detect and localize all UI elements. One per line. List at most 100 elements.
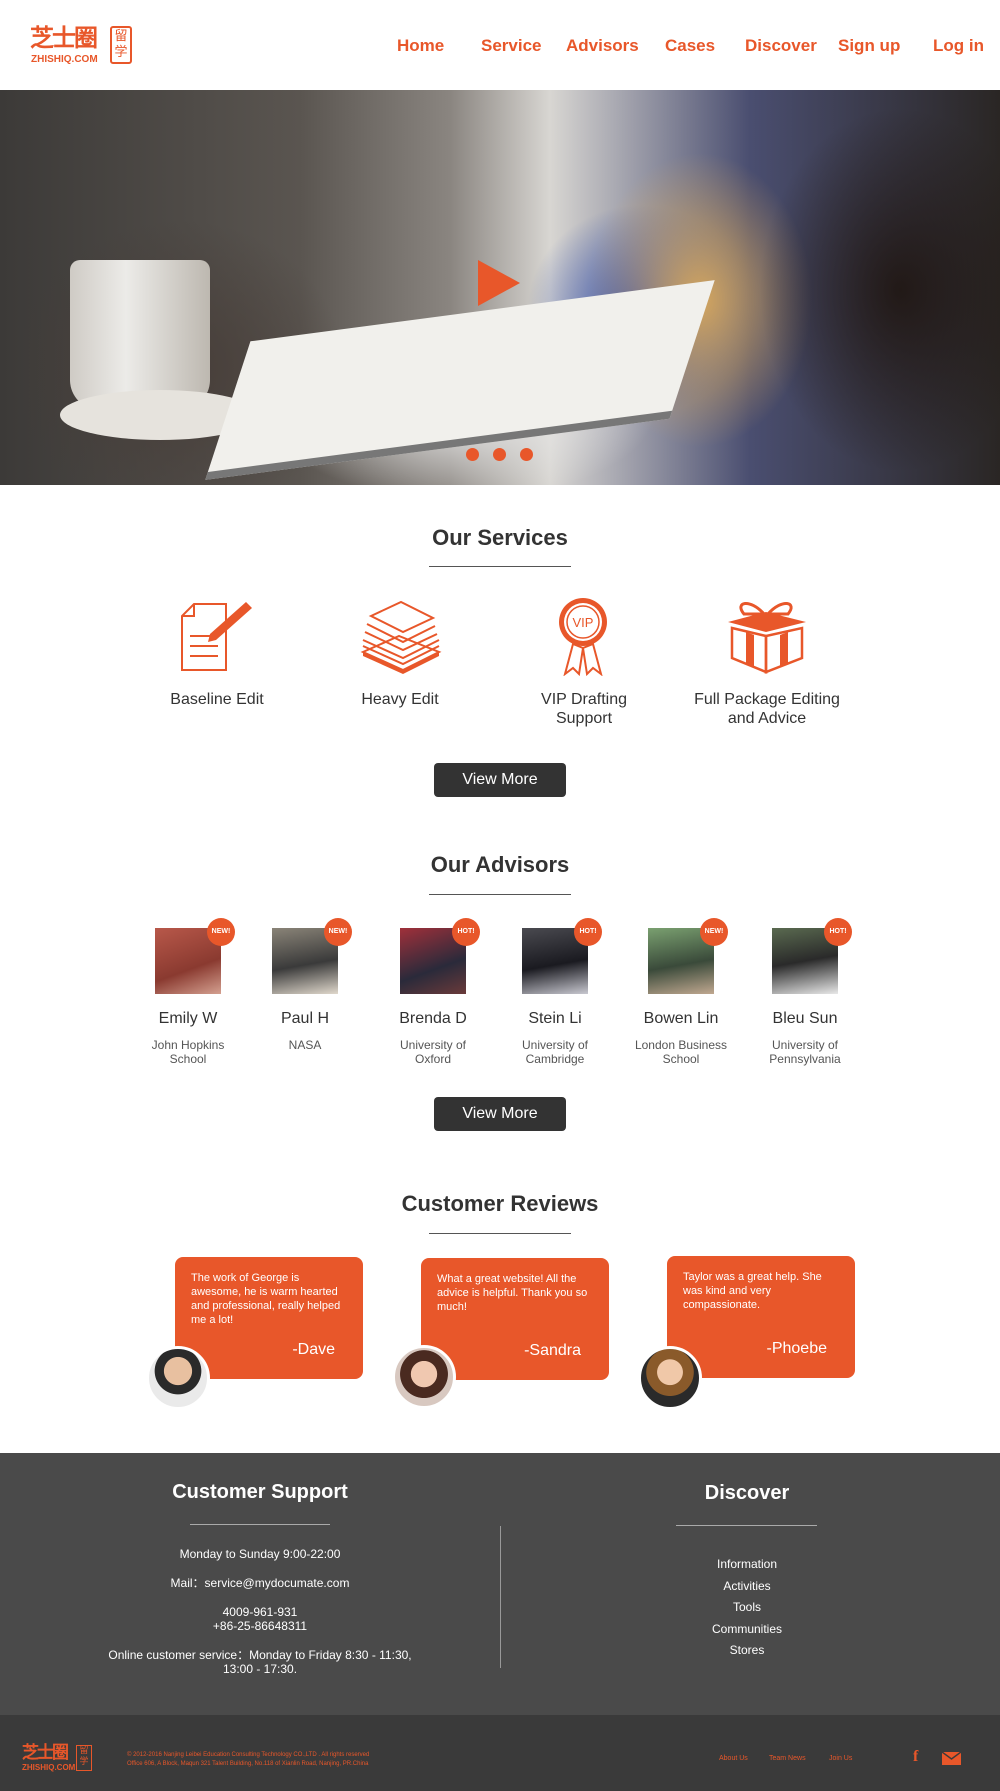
nav-service[interactable]: Service: [481, 36, 542, 56]
hero-banner: [0, 90, 1000, 485]
service-label: Baseline Edit: [170, 691, 264, 708]
nav-log-in[interactable]: Log in: [933, 36, 984, 56]
service-baseline-edit[interactable]: Baseline Edit: [137, 596, 297, 709]
discover-link-activities[interactable]: Activities: [647, 1579, 847, 1593]
avatar: HOT!: [522, 918, 602, 994]
discover-link-tools[interactable]: Tools: [647, 1600, 847, 1614]
review-text: Taylor was a great help. She was kind an…: [683, 1271, 822, 1311]
copyright: © 2012-2016 Nanjing Leibei Education Con…: [127, 1751, 369, 1769]
service-vip-drafting[interactable]: VIP VIP Drafting Support: [504, 596, 664, 728]
carousel-dot[interactable]: [520, 448, 533, 461]
advisor-card[interactable]: HOT! Stein Li University of Cambridge: [490, 918, 620, 1066]
support-online-hours: Online customer service：Monday to Friday…: [108, 1648, 412, 1662]
logo-chinese-text: 芝士圈: [22, 1743, 69, 1763]
advisor-card[interactable]: NEW! Paul H NASA: [240, 918, 370, 1052]
avatar: NEW!: [648, 918, 728, 994]
advisor-name: Emily W: [158, 1010, 218, 1027]
nav-cases[interactable]: Cases: [665, 36, 715, 56]
advisors-title-rule: [429, 894, 571, 895]
carousel-dot[interactable]: [466, 448, 479, 461]
advisor-org: University of Pennsylvania: [769, 1038, 841, 1066]
about-us-link[interactable]: About Us: [719, 1755, 748, 1762]
nav-advisors[interactable]: Advisors: [566, 36, 639, 56]
facebook-icon[interactable]: f: [913, 1748, 918, 1766]
team-news-link[interactable]: Team News: [769, 1755, 806, 1762]
gift-box-icon: [728, 602, 806, 674]
advisor-name: Brenda D: [399, 1010, 467, 1027]
new-badge: NEW!: [207, 918, 235, 946]
avatar: [146, 1346, 210, 1410]
logo-seal: 留学: [76, 1745, 92, 1771]
reviews-title-rule: [429, 1233, 571, 1234]
bottom-bar: 芝士圈 ZHISHIQ.COM 留学 © 2012-2016 Nanjing L…: [0, 1715, 1000, 1791]
discover-title: Discover: [704, 1482, 790, 1504]
support-hours: Monday to Sunday 9:00-22:00: [179, 1547, 341, 1561]
avatar: [392, 1345, 456, 1409]
discover-link-stores[interactable]: Stores: [647, 1643, 847, 1657]
advisors-title: Our Advisors: [430, 852, 570, 877]
service-label: Full Package Editing and Advice: [694, 691, 840, 727]
hot-badge: HOT!: [452, 918, 480, 946]
review-author: -Sandra: [524, 1342, 581, 1359]
avatar: HOT!: [772, 918, 852, 994]
discover-title-rule: [676, 1525, 817, 1526]
play-icon[interactable]: [478, 260, 520, 306]
advisor-card[interactable]: NEW! Emily W John Hopkins School: [123, 918, 253, 1066]
mail-icon[interactable]: [942, 1752, 961, 1765]
discover-link-information[interactable]: Information: [647, 1557, 847, 1571]
header: 芝士圈 ZHISHIQ.COM 留学 Home Service Advisors…: [0, 0, 1000, 90]
advisor-card[interactable]: HOT! Bleu Sun University of Pennsylvania: [740, 918, 870, 1066]
join-us-link[interactable]: Join Us: [829, 1755, 852, 1762]
hero-coffee-cup: [70, 260, 210, 410]
advisors-view-more-button[interactable]: View More: [434, 1097, 566, 1131]
support-phone: +86-25-86648311: [212, 1619, 308, 1633]
service-heavy-edit[interactable]: Heavy Edit: [320, 596, 480, 709]
carousel-dot[interactable]: [493, 448, 506, 461]
footer-divider: [500, 1526, 501, 1668]
support-title: Customer Support: [172, 1481, 348, 1503]
reviews-title: Customer Reviews: [401, 1191, 599, 1216]
main-nav: Home Service Advisors Cases Discover Sig…: [0, 36, 1000, 56]
document-pencil-icon: [181, 602, 252, 671]
footer-logo[interactable]: 芝士圈 ZHISHIQ.COM 留学: [22, 1743, 94, 1777]
advisor-org: John Hopkins School: [151, 1038, 225, 1066]
advisor-card[interactable]: NEW! Bowen Lin London Business School: [616, 918, 746, 1066]
advisor-name: Stein Li: [528, 1010, 582, 1027]
advisor-org: London Business School: [634, 1038, 728, 1066]
support-online-hours: 13:00 - 17:30.: [222, 1662, 298, 1676]
new-badge: NEW!: [324, 918, 352, 946]
hot-badge: HOT!: [824, 918, 852, 946]
advisor-card[interactable]: HOT! Brenda D University of Oxford: [368, 918, 498, 1066]
advisor-org: NASA: [288, 1038, 322, 1052]
hero-notebook: [205, 280, 715, 480]
services-title: Our Services: [432, 525, 568, 550]
services-title-rule: [429, 566, 571, 567]
advisor-name: Bleu Sun: [772, 1010, 838, 1027]
nav-discover[interactable]: Discover: [745, 36, 817, 56]
nav-sign-up[interactable]: Sign up: [838, 36, 900, 56]
carousel-dots: [466, 448, 536, 462]
services-view-more-button[interactable]: View More: [434, 763, 566, 797]
advisor-org: University of Cambridge: [521, 1038, 589, 1066]
paper-stack-icon: [360, 600, 442, 674]
avatar: HOT!: [400, 918, 480, 994]
review-text: The work of George is awesome, he is war…: [191, 1272, 341, 1326]
vip-icon-text: VIP: [573, 615, 594, 630]
new-badge: NEW!: [700, 918, 728, 946]
support-title-rule: [190, 1524, 330, 1525]
service-full-package[interactable]: Full Package Editing and Advice: [687, 596, 847, 728]
support-phone: 4009-961-931: [222, 1605, 298, 1619]
nav-home[interactable]: Home: [397, 36, 444, 56]
discover-link-communities[interactable]: Communities: [647, 1622, 847, 1636]
advisor-name: Bowen Lin: [643, 1010, 719, 1027]
vip-ribbon-icon: VIP: [559, 598, 607, 676]
footer: Customer Support Monday to Sunday 9:00-2…: [0, 1453, 1000, 1715]
avatar: NEW!: [155, 918, 235, 994]
copyright-line: © 2012-2016 Nanjing Leibei Education Con…: [127, 1752, 370, 1758]
logo-english-text: ZHISHIQ.COM: [22, 1763, 76, 1772]
avatar: NEW!: [272, 918, 352, 994]
review-author: -Dave: [292, 1341, 335, 1358]
support-mail[interactable]: Mail：service@mydocumate.com: [60, 1576, 460, 1590]
hot-badge: HOT!: [574, 918, 602, 946]
service-label: VIP Drafting Support: [541, 691, 627, 727]
